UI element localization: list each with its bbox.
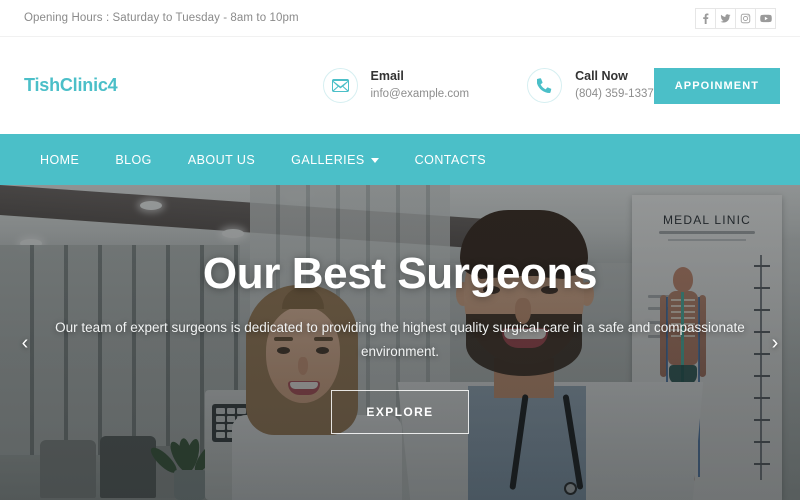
carousel-prev-icon[interactable]: ‹ — [12, 330, 38, 356]
nav-item-contacts[interactable]: CONTACTS — [397, 153, 504, 167]
header-contacts: Email info@example.com Call Now (804) 35… — [322, 68, 654, 103]
nav-item-blog[interactable]: BLOG — [97, 153, 170, 167]
site-logo[interactable]: TishClinic4 — [24, 75, 118, 96]
twitter-icon[interactable] — [715, 7, 736, 29]
appointment-button[interactable]: APPOINMENT — [653, 67, 781, 104]
hero-content: Our Best Surgeons Our team of expert sur… — [0, 185, 800, 500]
chevron-down-icon — [370, 158, 379, 163]
hero-title: Our Best Surgeons — [202, 249, 598, 299]
contact-phone-title: Call Now — [575, 69, 628, 84]
top-bar: Opening Hours : Saturday to Tuesday - 8a… — [0, 0, 800, 37]
contact-phone-value: (804) 359-1337 — [575, 88, 654, 101]
nav-item-about-us-label: ABOUT US — [187, 152, 256, 167]
carousel-next-icon[interactable]: › — [762, 330, 788, 356]
nav-item-galleries[interactable]: GALLERIES — [273, 153, 397, 167]
nav-item-contacts-label: CONTACTS — [414, 152, 487, 167]
nav-item-home-label: HOME — [40, 152, 80, 167]
hero-carousel: MEDAL LINIC — [0, 185, 800, 500]
site-header: TishClinic4 Email info@example.com Call … — [0, 37, 800, 134]
main-navigation: HOME BLOG ABOUT US GALLERIES CONTACTS — [0, 134, 800, 185]
instagram-icon[interactable] — [735, 7, 756, 29]
nav-item-blog-label: BLOG — [115, 152, 152, 167]
phone-icon — [527, 68, 563, 103]
youtube-icon[interactable] — [755, 7, 776, 29]
nav-item-galleries-label: GALLERIES — [291, 152, 365, 167]
social-links — [695, 7, 776, 29]
contact-phone[interactable]: Call Now (804) 359-1337 — [527, 68, 654, 103]
nav-item-about-us[interactable]: ABOUT US — [170, 153, 273, 167]
explore-button[interactable]: EXPLORE — [331, 389, 469, 434]
nav-item-home[interactable]: HOME — [40, 153, 97, 167]
contact-email[interactable]: Email info@example.com — [322, 68, 470, 103]
opening-hours-text: Opening Hours : Saturday to Tuesday - 8a… — [24, 12, 299, 24]
contact-email-title: Email — [370, 69, 404, 84]
hero-subtitle: Our team of expert surgeons is dedicated… — [55, 320, 745, 359]
contact-email-value: info@example.com — [370, 88, 470, 101]
envelope-icon — [322, 68, 358, 103]
facebook-icon[interactable] — [695, 7, 716, 29]
